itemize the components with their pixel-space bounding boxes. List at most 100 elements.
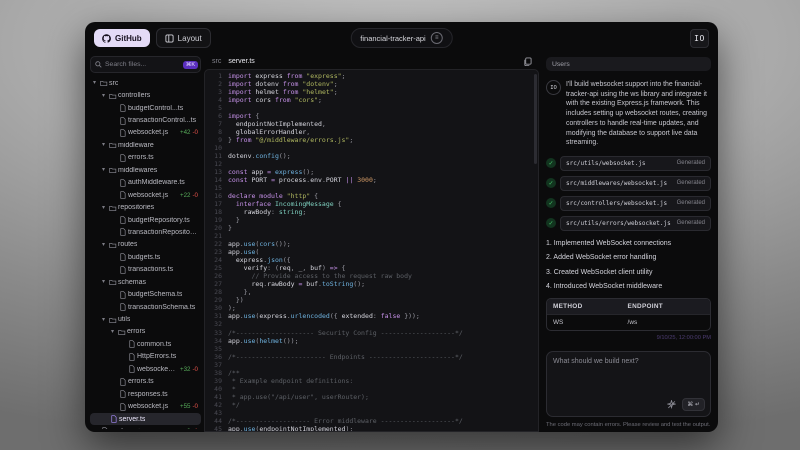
editor-breadcrumb: src server.ts <box>204 54 540 69</box>
tree-folder-routes[interactable]: ▾ routes <box>90 239 201 251</box>
tree-folder-schemas[interactable]: ▾ schemas <box>90 276 201 288</box>
line-text: verify: (req, _, buf) => { <box>228 264 346 273</box>
tree-file-transactionschema-ts[interactable]: transactionSchema.ts <box>90 301 201 313</box>
layout-icon <box>165 33 174 43</box>
code-line: 28 }, <box>205 288 538 296</box>
code-line: 15 <box>205 184 538 192</box>
code-editor: src server.ts 1 import express from "expr… <box>204 54 540 432</box>
tree-file-websocket-js[interactable]: websocket.js +22 -0 <box>90 189 201 201</box>
tree-file-common-ts[interactable]: common.ts <box>90 338 201 350</box>
github-icon <box>102 33 111 43</box>
tree-item-label: controllers <box>118 92 151 100</box>
tree-file-budgets-ts[interactable]: budgets.ts <box>90 251 201 263</box>
tree-file-server-ts[interactable]: server.ts <box>90 412 201 426</box>
folder-icon <box>100 79 109 87</box>
line-text: rawBody: string; <box>228 208 307 217</box>
line-text <box>228 345 538 353</box>
line-text: import dotenv from "dotenv"; <box>228 80 338 89</box>
tree-file-package-json[interactable]: package.json +3-1 <box>90 425 201 429</box>
repo-selector[interactable]: financial-tracker-api ≡ <box>350 28 453 48</box>
line-number: 23 <box>214 248 222 257</box>
generated-file-path: src/middlewares/websocket.js <box>566 179 668 187</box>
send-button[interactable]: ⌘ ↵ <box>682 398 705 411</box>
code-line: 11 dotenv.config(); <box>205 152 538 160</box>
file-icon <box>119 154 128 162</box>
tree-folder-middlewares[interactable]: ▾ middlewares <box>90 164 201 176</box>
generated-file-pill[interactable]: src/controllers/websocket.js Generated <box>560 195 711 211</box>
tree-folder-middleware[interactable]: ▾ middleware <box>90 139 201 151</box>
github-button[interactable]: GitHub <box>94 29 150 47</box>
chevron-down-icon: ▾ <box>102 279 106 286</box>
line-number: 43 <box>214 408 222 417</box>
breadcrumb-file: server.ts <box>228 58 255 65</box>
line-number: 31 <box>214 312 222 321</box>
tree-file-transactionrepository-ts[interactable]: transactionRepository.ts <box>90 226 201 238</box>
input-actions: ⌘ ↵ <box>667 398 705 411</box>
endpoint-table: METHOD ENDPOINT WS/ws <box>546 298 711 332</box>
line-number: 40 <box>214 384 222 393</box>
code-line: 19 } <box>205 216 538 224</box>
line-text: app.use(express.urlencoded({ extended: f… <box>228 312 420 321</box>
chevron-down-icon: ▾ <box>102 92 106 99</box>
code-panel[interactable]: 1 import express from "express"; 2 import d… <box>204 69 539 432</box>
tree-file-budgetrepository-ts[interactable]: budgetRepository.ts <box>90 214 201 226</box>
tree-file-responses-ts[interactable]: responses.ts <box>90 388 201 400</box>
tree-folder-controllers[interactable]: ▾ controllers <box>90 89 201 101</box>
generated-file-status: Generated <box>676 180 705 187</box>
folder-icon <box>109 166 118 174</box>
line-text: endpointNotImplemented, <box>228 120 326 129</box>
tree-file-authmiddleware-ts[interactable]: authMiddleware.ts <box>90 177 201 189</box>
disclaimer-text: The code may contain errors. Please revi… <box>546 422 711 428</box>
file-icon <box>128 340 137 349</box>
tree-file-httperrors-ts[interactable]: HttpErrors.ts <box>90 351 201 363</box>
line-number: 1 <box>218 72 222 80</box>
chat-input[interactable]: What should we build next? ⌘ ↵ <box>546 351 711 417</box>
tree-file-websocket-js[interactable]: websocket.js +32 -0 <box>90 363 201 375</box>
tree-item-label: errors.ts <box>128 154 154 162</box>
step-item: 4. Introduced WebSocket middleware <box>546 283 663 291</box>
tree-file-errors-ts[interactable]: errors.ts <box>90 376 201 388</box>
generated-file-status: Generated <box>676 220 705 227</box>
chat-input-placeholder: What should we build next? <box>553 358 639 365</box>
tree-folder-utils[interactable]: ▾ utils <box>90 313 201 325</box>
tree-folder-src[interactable]: ▾ src <box>90 77 201 89</box>
line-text <box>228 320 538 328</box>
layout-button[interactable]: Layout <box>155 28 211 48</box>
generated-file-pill[interactable]: src/utils/websocket.js Generated <box>560 155 711 171</box>
tree-item-label: middlewares <box>118 166 158 174</box>
tree-file-budgetcontrol-ts[interactable]: budgetControl...ts <box>90 102 201 114</box>
line-text: globalErrorHandler, <box>228 128 311 137</box>
code-line: 24 express.json({ <box>205 256 538 264</box>
tree-file-websocket-js[interactable]: websocket.js +55 -0 <box>90 400 201 412</box>
line-number: 7 <box>218 120 222 129</box>
tree-file-budgetschema-ts[interactable]: budgetSchema.ts <box>90 288 201 300</box>
generated-file-row: ✓ src/middlewares/websocket.js Generated <box>546 175 711 191</box>
generated-file-pill[interactable]: src/middlewares/websocket.js Generated <box>560 175 711 191</box>
generated-file-pill[interactable]: src/utils/errors/websocket.js Generated <box>560 215 711 231</box>
line-text: app.use(helmet()); <box>228 336 299 345</box>
line-number: 32 <box>214 320 222 329</box>
tree-folder-errors[interactable]: ▾ errors <box>90 326 201 338</box>
line-text: import { <box>228 112 260 121</box>
line-number: 4 <box>218 96 222 105</box>
line-text: ); <box>228 304 236 313</box>
tree-file-transactions-ts[interactable]: transactions.ts <box>90 264 201 276</box>
tree-folder-repositories[interactable]: ▾ repositories <box>90 201 201 213</box>
app-logo: IO <box>690 28 709 48</box>
search-input[interactable]: Search files... ⌘K <box>90 56 201 73</box>
code-line: 20} <box>205 224 538 232</box>
tree-item-label: transactionRepository.ts <box>128 228 198 236</box>
sparkle-toggle-button[interactable] <box>667 400 677 409</box>
copy-button[interactable] <box>523 57 532 66</box>
steps-list: 1. Implemented WebSocket connections 2. A… <box>546 240 711 291</box>
code-line: 35 <box>205 345 538 353</box>
tree-file-transactioncontrol-ts[interactable]: transactionControl...ts <box>90 114 201 126</box>
chat-header-pill[interactable]: Users <box>546 57 711 71</box>
file-icon <box>119 402 128 411</box>
editor-scrollbar[interactable] <box>534 74 537 164</box>
line-text: } <box>228 224 232 233</box>
line-number: 26 <box>214 272 222 281</box>
tree-file-errors-ts[interactable]: errors.ts <box>90 152 201 164</box>
tree-file-websocket-js[interactable]: websocket.js +42 -0 <box>90 127 201 139</box>
endpoint-table-header: METHOD ENDPOINT <box>547 299 710 315</box>
